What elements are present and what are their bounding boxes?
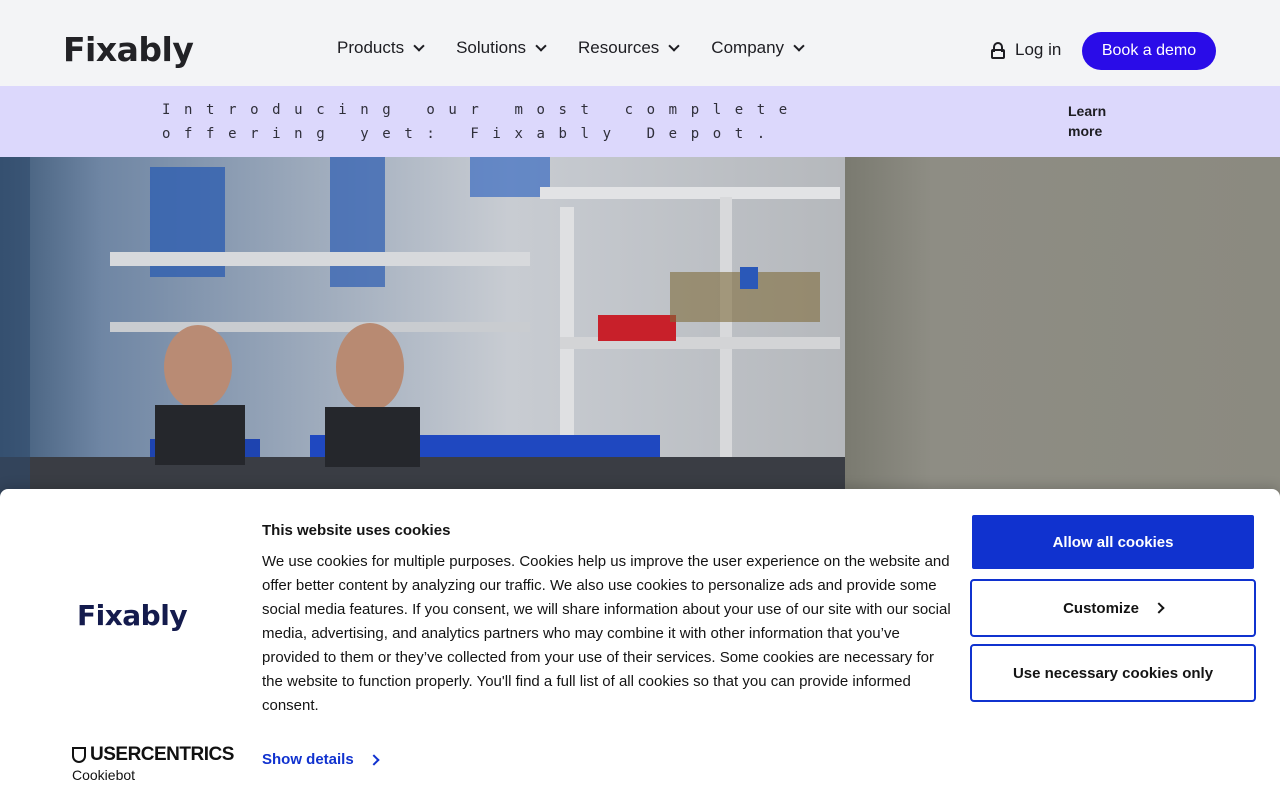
nav-products[interactable]: Products — [337, 38, 425, 58]
lock-icon — [991, 41, 1005, 59]
learn-more-link[interactable]: Learn more — [1068, 101, 1113, 141]
nav-company-label: Company — [711, 38, 785, 57]
chevron-right-icon — [368, 753, 380, 766]
cookie-banner-logo: Fixably — [77, 599, 188, 632]
show-details-link[interactable]: Show details — [262, 751, 380, 768]
chevron-right-icon — [1153, 602, 1165, 614]
nav-solutions-label: Solutions — [456, 38, 527, 57]
nav-solutions[interactable]: Solutions — [456, 38, 547, 58]
login-link[interactable]: Log in — [991, 40, 1061, 60]
hero-background — [845, 157, 1280, 500]
hero-photo — [0, 157, 848, 500]
cookie-consent-banner: Fixably USERCENTRICS Cookiebot This webs… — [0, 489, 1280, 800]
cookie-banner-title: This website uses cookies — [262, 522, 451, 539]
chevron-down-icon — [793, 40, 805, 52]
customize-label: Customize — [1063, 599, 1139, 617]
announcement-bar: Introducing our most complete offering y… — [0, 86, 1280, 157]
workshop-photo-illustration — [0, 157, 848, 500]
fixably-logo[interactable]: Fixably — [63, 30, 194, 69]
learn-more-label: Learn more — [1068, 103, 1107, 139]
chevron-down-icon — [668, 40, 680, 52]
customize-button[interactable]: Customize — [970, 579, 1256, 637]
nav-company[interactable]: Company — [711, 38, 805, 58]
chevron-down-icon — [535, 40, 547, 52]
usercentrics-name: USERCENTRICS — [90, 744, 234, 765]
nav-resources-label: Resources — [578, 38, 660, 57]
nav-resources[interactable]: Resources — [578, 38, 680, 58]
chevron-down-icon — [413, 40, 425, 52]
allow-all-cookies-button[interactable]: Allow all cookies — [972, 515, 1254, 569]
shield-icon — [72, 747, 86, 763]
book-demo-button[interactable]: Book a demo — [1082, 32, 1216, 70]
site-header: Fixably Products Solutions Resources Com… — [0, 0, 1280, 86]
usercentrics-logo[interactable]: USERCENTRICS Cookiebot — [72, 744, 234, 783]
hero-video — [0, 157, 1280, 500]
cookiebot-label: Cookiebot — [72, 767, 136, 783]
necessary-cookies-button[interactable]: Use necessary cookies only — [970, 644, 1256, 702]
cookie-banner-text: We use cookies for multiple purposes. Co… — [262, 553, 951, 714]
show-details-label: Show details — [262, 751, 354, 768]
nav-products-label: Products — [337, 38, 405, 57]
login-label: Log in — [1015, 40, 1062, 59]
announcement-text: Introducing our most complete offering y… — [162, 102, 801, 142]
usercentrics-wordmark: USERCENTRICS — [72, 744, 234, 766]
main-nav: Products Solutions Resources Company — [337, 38, 836, 58]
